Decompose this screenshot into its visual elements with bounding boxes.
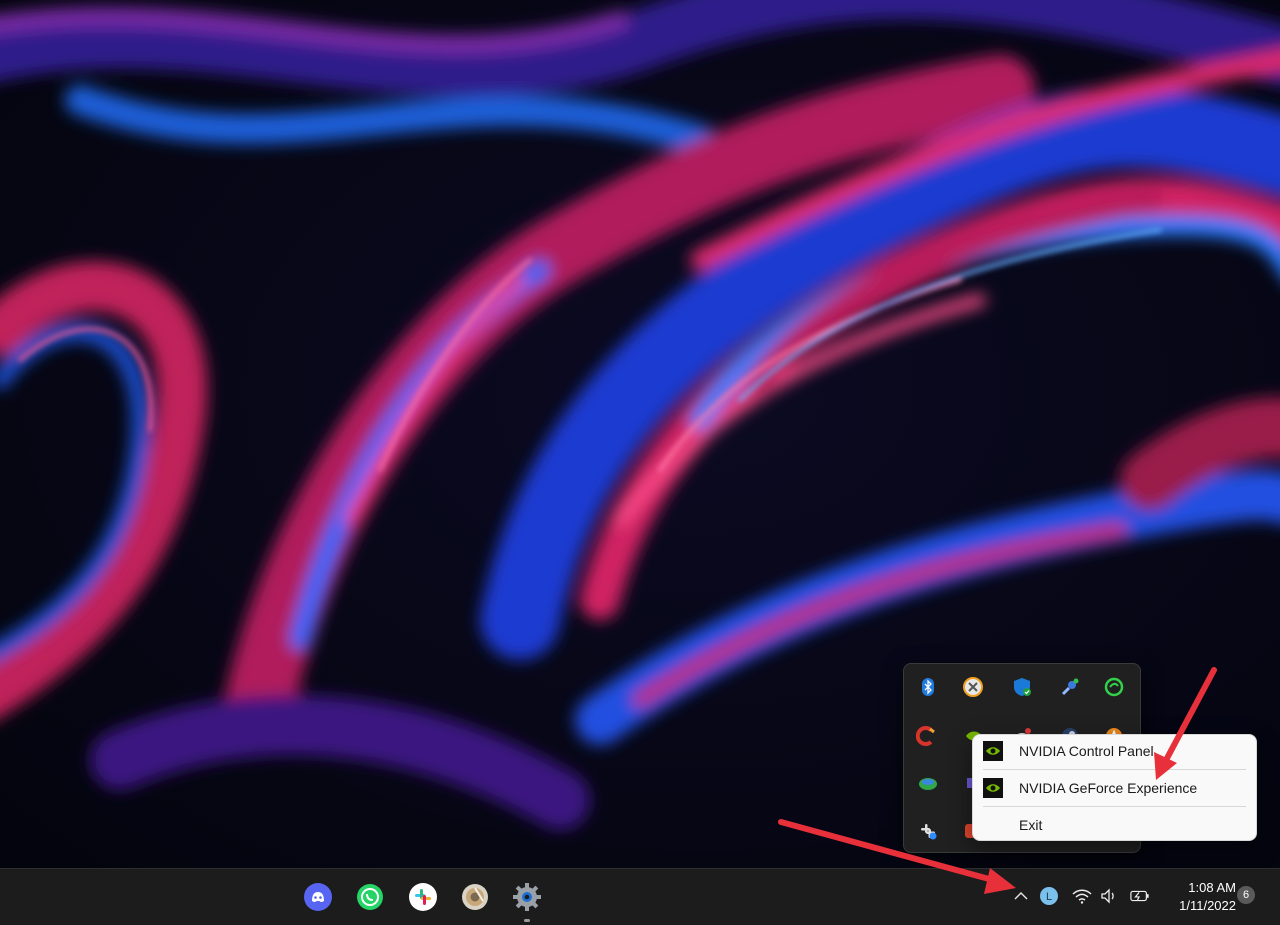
network-tool-icon[interactable] xyxy=(1058,675,1082,699)
discord-icon[interactable] xyxy=(302,881,334,913)
bluetooth-icon[interactable] xyxy=(916,675,940,699)
chevron-up-icon[interactable] xyxy=(1011,886,1031,906)
battery-icon[interactable] xyxy=(1130,886,1150,906)
nvidia-icon xyxy=(983,741,1003,761)
settings-icon[interactable] xyxy=(511,881,543,913)
volume-icon[interactable] xyxy=(1099,886,1119,906)
chrome-canary-icon[interactable] xyxy=(459,881,491,913)
menu-item-nvidia-geforce-experience[interactable]: NVIDIA GeForce Experience xyxy=(977,772,1252,804)
razer-icon[interactable] xyxy=(1102,675,1126,699)
clock[interactable]: 1:08 AM 1/11/2022 xyxy=(1179,879,1236,915)
svg-text:L: L xyxy=(1046,891,1052,903)
active-app-indicator xyxy=(524,919,530,922)
menu-item-label: NVIDIA Control Panel xyxy=(1019,743,1154,759)
clock-time: 1:08 AM xyxy=(1188,880,1236,895)
slack-icon[interactable] xyxy=(407,881,439,913)
menu-separator xyxy=(983,806,1246,807)
xbox-icon[interactable] xyxy=(961,675,985,699)
nvidia-icon xyxy=(983,778,1003,798)
menu-item-exit[interactable]: Exit xyxy=(977,809,1252,841)
clock-date: 1/11/2022 xyxy=(1179,898,1236,913)
globe-icon[interactable] xyxy=(916,772,940,796)
menu-separator xyxy=(983,769,1246,770)
account-icon[interactable]: L xyxy=(1039,886,1059,906)
slack-icon[interactable] xyxy=(916,819,940,843)
nvidia-context-menu: NVIDIA Control Panel NVIDIA GeForce Expe… xyxy=(972,734,1257,841)
whatsapp-icon[interactable] xyxy=(354,881,386,913)
windows-security-icon[interactable] xyxy=(1010,675,1034,699)
menu-item-label: NVIDIA GeForce Experience xyxy=(1019,780,1198,796)
menu-icon-placeholder xyxy=(983,815,1003,835)
menu-item-label: Exit xyxy=(1019,817,1043,833)
wifi-icon[interactable] xyxy=(1072,886,1092,906)
ccleaner-icon[interactable] xyxy=(914,724,938,748)
notification-badge[interactable]: 6 xyxy=(1237,886,1255,904)
menu-item-nvidia-control-panel[interactable]: NVIDIA Control Panel xyxy=(977,735,1252,767)
